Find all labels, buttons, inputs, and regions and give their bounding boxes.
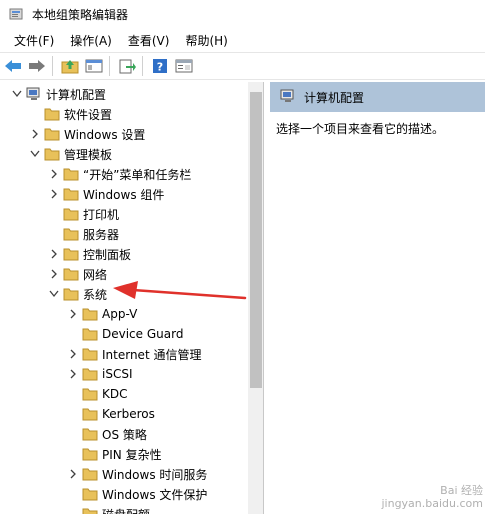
watermark: Bai 经验 jingyan.baidu.com <box>381 484 483 510</box>
annotation-arrow <box>113 281 247 300</box>
watermark-line-2: jingyan.baidu.com <box>381 497 483 510</box>
watermark-line-1: Bai 经验 <box>440 484 483 497</box>
